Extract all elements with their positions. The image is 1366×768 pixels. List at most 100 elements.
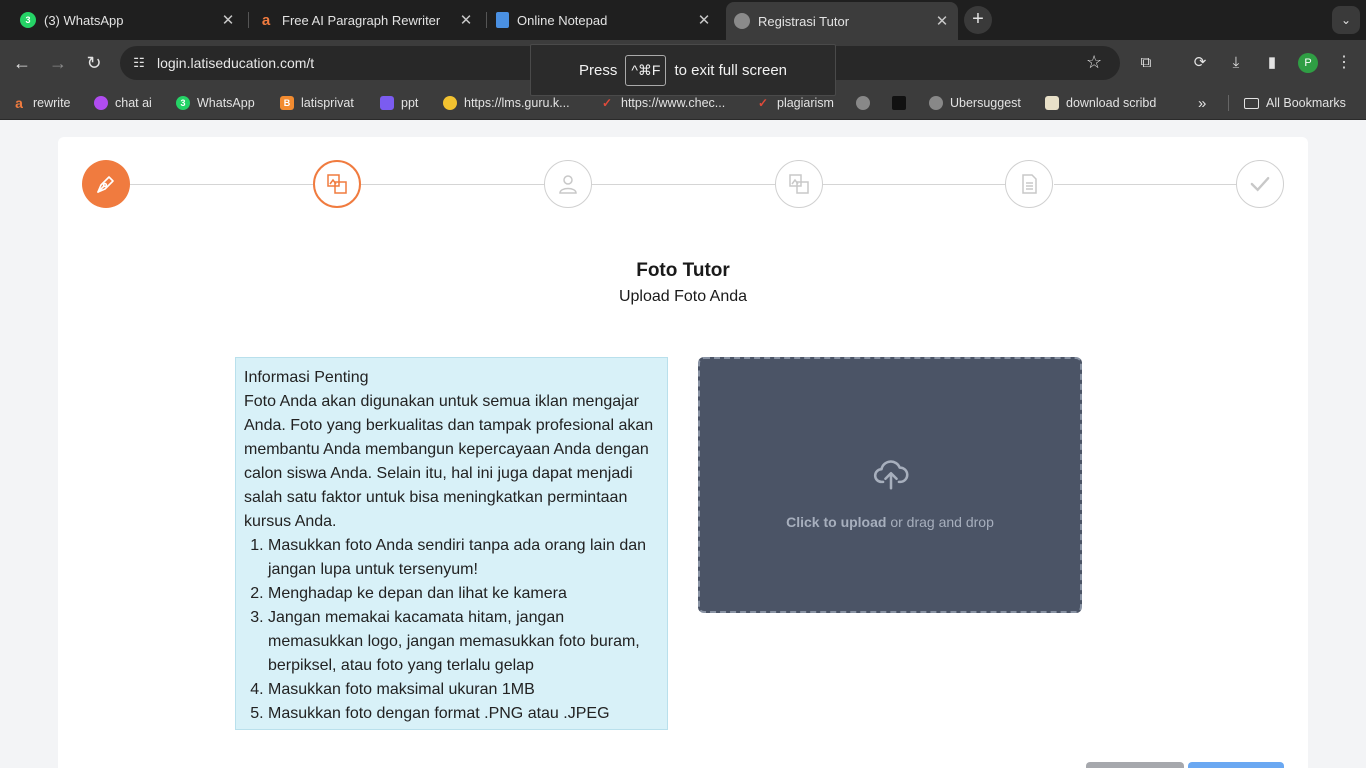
bookmark-label: All Bookmarks	[1266, 96, 1346, 110]
photo-frame-icon	[789, 174, 809, 194]
globe-icon	[929, 96, 943, 110]
bookmark-ppt[interactable]: ppt	[380, 94, 418, 112]
menu-icon[interactable]: ⋮	[1336, 52, 1352, 74]
checkmark-icon: ✓	[757, 96, 769, 110]
close-icon[interactable]: ✕	[458, 11, 474, 29]
bookmark-separator	[1228, 95, 1229, 111]
bookmark-label: rewrite	[33, 96, 71, 110]
bookmark-globe[interactable]	[856, 94, 877, 112]
all-bookmarks-folder[interactable]: All Bookmarks	[1244, 94, 1346, 112]
upload-instructions: Click to upload or drag and drop	[700, 514, 1080, 530]
fullscreen-shortcut-key: ^⌘F	[625, 54, 667, 86]
list-item: Menghadap ke depan dan lihat ke kamera	[268, 582, 659, 606]
notepad-icon	[496, 12, 509, 28]
page-title: Foto Tutor	[636, 260, 730, 281]
download-icon[interactable]: ⤓	[1226, 53, 1246, 73]
stepper-connector	[592, 184, 775, 185]
tab-title: Registrasi Tutor	[758, 13, 850, 29]
fullscreen-press-text: Press	[578, 61, 618, 79]
list-item: Masukkan foto Anda sendiri tanpa ada ora…	[268, 534, 659, 582]
step-5-document[interactable]	[1005, 160, 1053, 208]
bookmark-ubersuggest[interactable]: Ubersuggest	[929, 94, 1021, 112]
bookmark-label: latisprivat	[301, 96, 354, 110]
checkmark-icon: ✓	[601, 96, 613, 110]
stepper-connector	[823, 184, 1006, 185]
info-list: Masukkan foto Anda sendiri tanpa ada ora…	[244, 534, 659, 726]
tab-whatsapp[interactable]: 3 (3) WhatsApp ✕	[12, 4, 244, 36]
reload-button[interactable]: ↻	[83, 52, 105, 74]
site-settings-icon[interactable]: ☷	[130, 54, 148, 72]
tab-bar: 3 (3) WhatsApp ✕ a Free AI Paragraph Rew…	[0, 0, 1366, 40]
rewriter-icon: a	[261, 11, 271, 29]
list-item: Masukkan foto maksimal ukuran 1MB	[268, 678, 659, 702]
back-button[interactable]: ←	[11, 52, 33, 74]
step-6-finish[interactable]	[1236, 160, 1284, 208]
close-icon[interactable]: ✕	[696, 11, 712, 29]
pen-icon	[97, 176, 114, 193]
bookmark-label: plagiarism	[777, 96, 834, 110]
check-icon	[1250, 177, 1270, 192]
forward-button[interactable]: →	[47, 52, 69, 74]
next-button[interactable]	[1188, 762, 1284, 768]
user-icon	[559, 175, 577, 194]
chat-ai-icon	[94, 96, 108, 110]
bookmark-chat-ai[interactable]: chat ai	[94, 94, 152, 112]
tab-separator	[486, 12, 487, 28]
bookmark-download-scribd[interactable]: download scribd	[1045, 94, 1156, 112]
profile-avatar[interactable]: P	[1298, 53, 1318, 73]
new-tab-button[interactable]: +	[964, 6, 992, 34]
bookmark-label: ppt	[401, 96, 419, 110]
fullscreen-notice: Press ^⌘F to exit full screen	[530, 44, 836, 96]
stepper-connector	[130, 184, 313, 185]
important-info-box: Informasi Penting Foto Anda akan digunak…	[235, 357, 668, 730]
stepper-connector	[361, 184, 544, 185]
scribd-icon	[1045, 96, 1059, 110]
bookmark-label: chat ai	[115, 96, 152, 110]
globe-icon	[856, 96, 870, 110]
url-text: login.latiseducation.com/t	[157, 55, 315, 71]
whatsapp-icon: 3	[20, 12, 36, 28]
tab-online-notepad[interactable]: Online Notepad ✕	[488, 4, 720, 36]
side-panel-icon[interactable]: ▮	[1262, 53, 1282, 73]
whatsapp-icon: 3	[176, 96, 190, 110]
tab-search-button[interactable]: ⌄	[1332, 6, 1360, 34]
document-icon	[1022, 174, 1037, 194]
bookmark-plagiarism[interactable]: ✓ plagiarism	[756, 94, 834, 112]
bookmark-whatsapp[interactable]: 3 WhatsApp	[176, 94, 255, 112]
registration-card: Foto Tutor Upload Foto Anda Informasi Pe…	[58, 137, 1308, 768]
list-item: Masukkan foto dengan format .PNG atau .J…	[268, 702, 659, 726]
drag-drop-text: or drag and drop	[890, 514, 994, 530]
stepper-connector	[1054, 184, 1237, 185]
step-4-documents[interactable]	[775, 160, 823, 208]
more-bookmarks-chevron-icon[interactable]: »	[1198, 94, 1206, 112]
tab-paragraph-rewriter[interactable]: a Free AI Paragraph Rewriter ✕	[250, 4, 482, 36]
bookmark-latisprivat[interactable]: B latisprivat	[280, 94, 354, 112]
info-body: Foto Anda akan digunakan untuk semua ikl…	[244, 393, 654, 530]
lms-icon	[443, 96, 457, 110]
step-2-photo[interactable]	[313, 160, 361, 208]
bookmark-shirt[interactable]	[892, 94, 913, 112]
bookmark-label: download scribd	[1066, 96, 1157, 110]
tab-separator	[248, 12, 249, 28]
step-3-profile[interactable]	[544, 160, 592, 208]
bookmark-checker[interactable]: ✓ https://www.chec...	[600, 94, 725, 112]
photo-upload-dropzone[interactable]: Click to upload or drag and drop	[698, 357, 1082, 613]
globe-icon	[734, 13, 750, 29]
bookmark-star-icon[interactable]: ☆	[1086, 52, 1102, 73]
photo-frame-icon	[327, 174, 347, 194]
tab-registrasi-tutor[interactable]: Registrasi Tutor ✕	[726, 2, 958, 40]
close-icon[interactable]: ✕	[220, 11, 236, 29]
bookmark-lms-guru[interactable]: https://lms.guru.k...	[443, 94, 570, 112]
shirt-icon	[892, 96, 906, 110]
click-to-upload-link[interactable]: Click to upload	[786, 514, 886, 530]
folder-icon	[1244, 97, 1259, 109]
step-1-pen[interactable]	[82, 160, 130, 208]
close-icon[interactable]: ✕	[934, 12, 950, 30]
info-heading: Informasi Penting	[244, 369, 369, 386]
previous-button[interactable]	[1086, 762, 1184, 768]
latisprivat-icon: B	[280, 96, 294, 110]
list-item: Jangan memakai kacamata hitam, jangan me…	[268, 606, 659, 678]
extensions-icon[interactable]: ⧉	[1136, 53, 1156, 73]
performance-icon[interactable]: ⟳	[1190, 53, 1210, 73]
bookmark-rewrite[interactable]: a rewrite	[12, 94, 71, 112]
